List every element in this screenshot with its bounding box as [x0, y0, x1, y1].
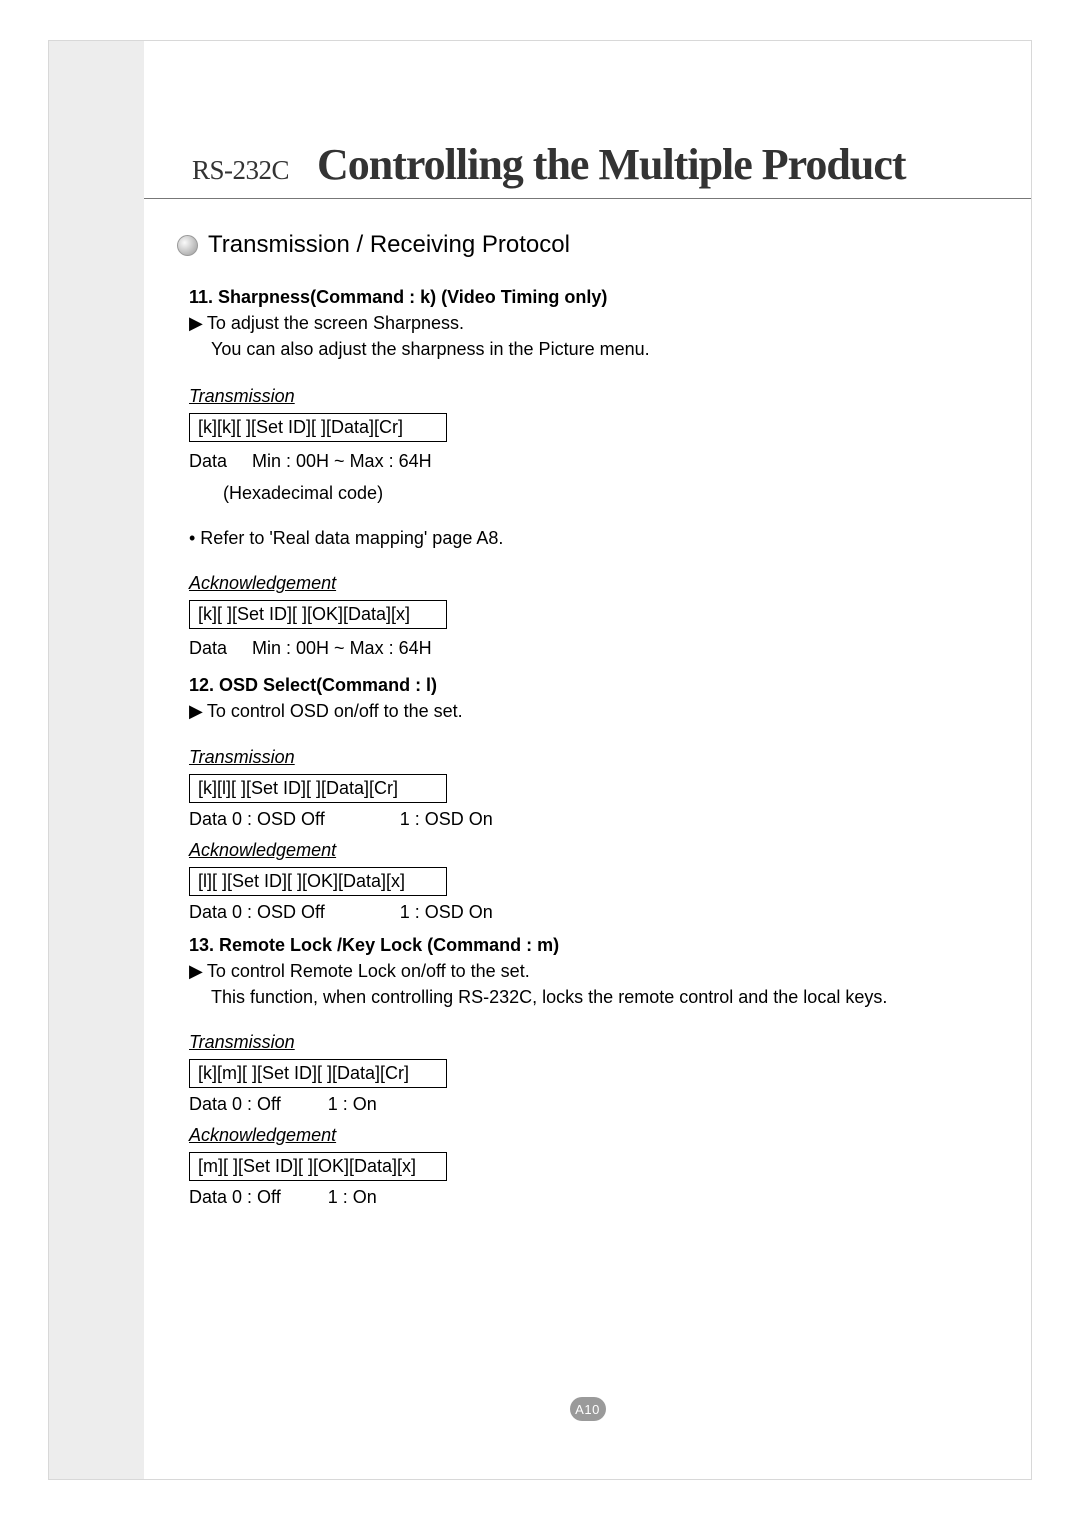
cmd13-desc1-row: ▶ To control Remote Lock on/off to the s… [189, 958, 981, 984]
cmd13-trans-data-a: Data 0 : Off [189, 1094, 281, 1114]
cmd12-transmission-label: Transmission [189, 747, 981, 768]
content-area: RS-232C Controlling the Multiple Product… [144, 41, 1031, 1479]
cmd13-ack-data-a: Data 0 : Off [189, 1187, 281, 1207]
cmd12-trans-data: Data 0 : OSD Off 1 : OSD On [189, 809, 981, 830]
cmd13-ack-data-b: 1 : On [328, 1187, 377, 1208]
cmd12-desc1: To control OSD on/off to the set. [207, 698, 463, 724]
cmd11-note: • Refer to 'Real data mapping' page A8. [189, 528, 981, 549]
cmd11-data2: (Hexadecimal code) [223, 480, 981, 506]
bullet-disc-icon [177, 235, 198, 256]
cmd11-ack-box: [k][ ][Set ID][ ][OK][Data][x] [189, 600, 447, 629]
cmd12-transmission-box: [k][l][ ][Set ID][ ][Data][Cr] [189, 774, 447, 803]
cmd13-heading: 13. Remote Lock /Key Lock (Command : m) [189, 935, 981, 956]
cmd13-ack-label: Acknowledgement [189, 1125, 981, 1146]
cmd12-desc1-row: ▶ To control OSD on/off to the set. [189, 698, 981, 724]
page-header: RS-232C Controlling the Multiple Product [144, 139, 1031, 199]
cmd12-ack-data-a: Data 0 : OSD Off [189, 902, 325, 922]
cmd12-ack-data-b: 1 : OSD On [400, 902, 493, 923]
command-13-block: 13. Remote Lock /Key Lock (Command : m) … [177, 935, 981, 1208]
page-number-badge: A10 [570, 1397, 606, 1421]
cmd11-transmission-box: [k][k][ ][Set ID][ ][Data][Cr] [189, 413, 447, 442]
cmd12-heading: 12. OSD Select(Command : l) [189, 675, 981, 696]
command-12-block: 12. OSD Select(Command : l) ▶ To control… [177, 675, 981, 922]
cmd12-ack-box: [l][ ][Set ID][ ][OK][Data][x] [189, 867, 447, 896]
triangle-right-icon: ▶ [189, 698, 203, 724]
cmd13-desc2: This function, when controlling RS-232C,… [211, 984, 981, 1010]
cmd13-trans-data-b: 1 : On [328, 1094, 377, 1115]
section-heading: Transmission / Receiving Protocol [208, 231, 570, 259]
cmd11-desc2: You can also adjust the sharpness in the… [211, 336, 981, 362]
triangle-right-icon: ▶ [189, 958, 203, 984]
cmd13-desc1: To control Remote Lock on/off to the set… [207, 958, 530, 984]
cmd12-ack-data: Data 0 : OSD Off 1 : OSD On [189, 902, 981, 923]
cmd11-heading: 11. Sharpness(Command : k) (Video Timing… [189, 287, 981, 308]
header-prefix: RS-232C [192, 155, 289, 186]
body: Transmission / Receiving Protocol 11. Sh… [144, 199, 1031, 1208]
cmd11-desc1: To adjust the screen Sharpness. [207, 310, 464, 336]
cmd11-ack-data: Data Min : 00H ~ Max : 64H [189, 635, 981, 661]
cmd11-desc1-row: ▶ To adjust the screen Sharpness. [189, 310, 981, 336]
cmd13-trans-data: Data 0 : Off 1 : On [189, 1094, 981, 1115]
cmd12-trans-data-b: 1 : OSD On [400, 809, 493, 830]
cmd11-data1: Data Min : 00H ~ Max : 64H [189, 448, 981, 474]
cmd11-ack-label: Acknowledgement [189, 573, 981, 594]
page-frame: RS-232C Controlling the Multiple Product… [48, 40, 1032, 1480]
command-11-block: 11. Sharpness(Command : k) (Video Timing… [177, 287, 981, 661]
cmd13-transmission-label: Transmission [189, 1032, 981, 1053]
cmd11-transmission-label: Transmission [189, 386, 981, 407]
cmd13-ack-box: [m][ ][Set ID][ ][OK][Data][x] [189, 1152, 447, 1181]
cmd13-transmission-box: [k][m][ ][Set ID][ ][Data][Cr] [189, 1059, 447, 1088]
cmd13-ack-data: Data 0 : Off 1 : On [189, 1187, 981, 1208]
cmd12-trans-data-a: Data 0 : OSD Off [189, 809, 325, 829]
triangle-right-icon: ▶ [189, 310, 203, 336]
header-title: Controlling the Multiple Product [317, 139, 906, 190]
section-heading-row: Transmission / Receiving Protocol [177, 231, 981, 259]
cmd12-ack-label: Acknowledgement [189, 840, 981, 861]
